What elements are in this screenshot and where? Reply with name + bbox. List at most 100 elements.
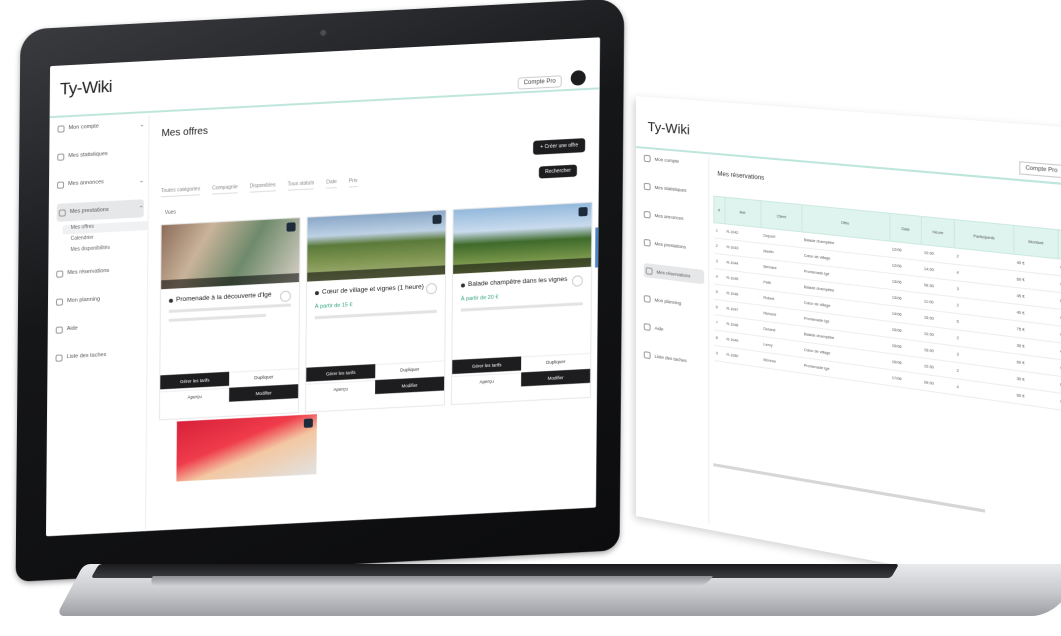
horizontal-scrollbar[interactable]: [713, 463, 986, 513]
secondary-sidebar-item[interactable]: Aide: [643, 319, 704, 341]
laptop-screen: Ty-Wiki Compte Pro Mon compte ⌄ Mes stati…: [45, 37, 601, 537]
manage-prices-button[interactable]: Gérer les tarifs: [306, 364, 376, 382]
offer-price: À partir de 20 €: [460, 294, 499, 303]
preview-button[interactable]: Aperçu: [452, 372, 522, 391]
planning-icon: [55, 297, 64, 306]
badge-icon: [578, 206, 588, 217]
status-dot-icon: [460, 283, 465, 288]
table-cell: 5: [713, 283, 725, 301]
sidebar: Mon compte ⌄ Mes statistiques Mes annonce…: [45, 114, 150, 537]
chevron-down-icon: ⌄: [138, 177, 145, 184]
column-header[interactable]: Heure: [921, 216, 955, 248]
edit-icon[interactable]: [571, 275, 583, 287]
offer-photo: [453, 202, 592, 275]
manage-prices-button[interactable]: Gérer les tarifs: [160, 371, 230, 390]
manage-prices-button[interactable]: Gérer les tarifs: [452, 356, 522, 375]
column-header[interactable]: Date: [889, 213, 922, 245]
user-icon: [57, 124, 65, 133]
search-button[interactable]: Rechercher: [539, 164, 577, 179]
secondary-page-title: Mes réservations: [717, 171, 765, 182]
app-logo[interactable]: Ty-Wiki: [60, 77, 112, 100]
status-dot-icon: [168, 298, 173, 303]
sidebar-item-stats[interactable]: Mes statistiques: [57, 143, 144, 166]
sidebar-item-account[interactable]: Mon compte ⌄: [57, 115, 145, 138]
duplicate-button[interactable]: Dupliquer: [521, 352, 591, 371]
sidebar-item-services[interactable]: Mes prestations ⌃: [56, 199, 144, 222]
chevron-up-icon: ⌃: [138, 205, 144, 213]
modify-button[interactable]: Modifier: [375, 376, 445, 395]
preview-button[interactable]: Aperçu: [160, 387, 230, 406]
secondary-sidebar-item[interactable]: Mes statistiques: [643, 179, 704, 199]
sidebar-subitem-availability[interactable]: Mes disponibilités: [70, 243, 147, 256]
user-icon: [643, 154, 651, 162]
offer-card[interactable]: Balade champêtre dans les vignes À parti…: [450, 201, 593, 406]
secondary-profile-button[interactable]: Compte Pro: [1019, 161, 1061, 179]
secondary-sidebar-item-active[interactable]: Mes réservations: [643, 262, 705, 285]
table-cell: 4: [713, 268, 725, 286]
tag-icon: [643, 238, 651, 247]
offer-photo: [307, 210, 446, 282]
views-toggle[interactable]: Vues: [165, 210, 176, 217]
table-cell: 9: [713, 345, 725, 363]
badge-icon: [303, 418, 313, 428]
tasks-icon: [55, 354, 63, 362]
avatar[interactable]: [570, 70, 586, 86]
secondary-sidebar-item[interactable]: Mon planning: [643, 291, 704, 313]
laptop-base: [0, 560, 1061, 636]
edit-icon[interactable]: [425, 282, 438, 295]
column-header[interactable]: #: [713, 196, 725, 224]
modify-button[interactable]: Modifier: [229, 384, 299, 402]
filter-status[interactable]: Tous statuts: [287, 179, 315, 191]
filter-bar: Toutes catégories Compagnie Disponibles …: [160, 165, 539, 201]
preview-button[interactable]: Aperçu: [306, 380, 376, 398]
main-content: Mes offres + Créer une offre Toutes caté…: [150, 91, 600, 531]
list-icon: [57, 180, 65, 189]
secondary-screen: Ty-Wiki Compte Pro Mon compte Mes statis…: [636, 96, 1061, 605]
badge-icon: [432, 214, 442, 225]
camera-icon: [320, 29, 327, 36]
column-header[interactable]: Client: [761, 200, 802, 232]
edit-icon[interactable]: [279, 290, 292, 303]
column-header[interactable]: Montant: [1014, 225, 1058, 259]
duplicate-button[interactable]: Dupliquer: [229, 368, 299, 386]
table-cell: 2: [713, 237, 725, 255]
secondary-sidebar-item[interactable]: Mes annonces: [643, 207, 704, 227]
offer-card[interactable]: Promenade à la découverte d'Igé Gérer le…: [158, 217, 301, 421]
sidebar-item-tasks[interactable]: Liste des taches: [55, 344, 142, 367]
sidebar-item-planning[interactable]: Mon planning: [55, 288, 143, 311]
sidebar-item-help[interactable]: Aide: [55, 316, 143, 339]
filter-category[interactable]: Toutes catégories: [160, 185, 201, 197]
secondary-sidebar: Mon compte Mes statistiques Mes annonces…: [636, 150, 710, 524]
offer-card[interactable]: Cœur de village et vignes (1 heure) À pa…: [304, 209, 447, 413]
badge-icon: [286, 222, 296, 232]
chevron-down-icon: ⌄: [139, 121, 145, 128]
laptop-lid: Ty-Wiki Compte Pro Mon compte ⌄ Mes stati…: [15, 0, 625, 582]
secondary-sidebar-item[interactable]: Mes prestations: [643, 235, 704, 256]
sidebar-item-bookings[interactable]: Mes réservations: [56, 260, 143, 283]
offer-photo: [161, 218, 300, 290]
modify-button[interactable]: Modifier: [521, 368, 591, 387]
list-icon: [643, 210, 651, 219]
table-cell: 7: [713, 314, 725, 332]
help-icon: [643, 322, 651, 331]
secondary-sidebar-item[interactable]: Mon compte: [643, 151, 704, 171]
duplicate-button[interactable]: Dupliquer: [375, 360, 445, 379]
secondary-sidebar-item[interactable]: Liste des taches: [643, 347, 704, 370]
create-offer-button[interactable]: + Créer une offre: [533, 138, 586, 155]
filter-company[interactable]: Compagnie: [212, 183, 238, 195]
column-header[interactable]: Réf.: [724, 197, 762, 228]
table-cell: 3: [713, 253, 725, 270]
calendar-icon: [645, 266, 653, 275]
sidebar-item-listings[interactable]: Mes annonces ⌄: [57, 171, 144, 194]
filter-price[interactable]: Prix: [348, 177, 358, 187]
hero-mockup: Ty-Wiki Compte Pro Mon compte Mes statis…: [0, 0, 1061, 636]
table-cell: 1: [713, 222, 725, 240]
filter-available[interactable]: Disponibles: [249, 181, 276, 193]
tag-icon: [58, 208, 66, 217]
table-cell: 17/06: [889, 369, 922, 391]
offer-card[interactable]: [176, 414, 317, 482]
stats-icon: [57, 152, 65, 161]
feedback-tab[interactable]: [595, 227, 599, 268]
filter-date[interactable]: Date: [326, 178, 337, 189]
profile-button[interactable]: Compte Pro: [517, 75, 562, 90]
